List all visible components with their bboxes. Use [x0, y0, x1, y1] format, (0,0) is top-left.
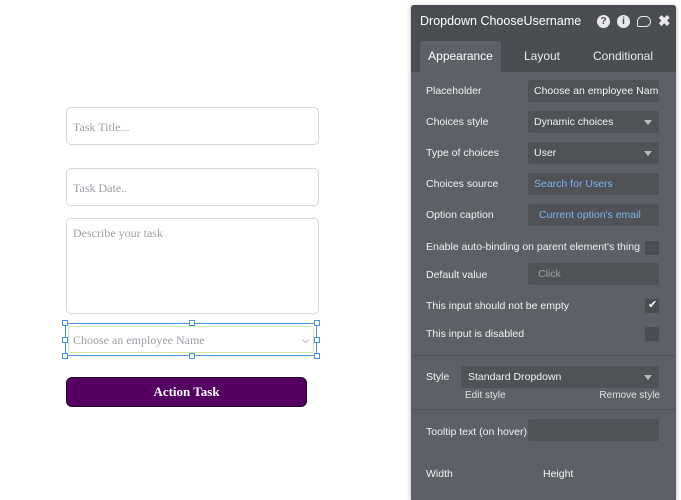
disabled-label: This input is disabled [426, 328, 525, 340]
panel-header[interactable]: Dropdown ChooseUsername ? i ✖ [411, 5, 676, 37]
disabled-checkbox[interactable] [645, 327, 659, 341]
resize-handle-top-left[interactable] [62, 320, 68, 326]
tab-conditional[interactable]: Conditional [583, 41, 663, 72]
task-title-input[interactable]: Task Title... [66, 107, 319, 145]
checkmark-icon: ✔ [648, 299, 658, 311]
caret-down-icon [644, 375, 652, 380]
selected-dropdown-element[interactable]: Choose an employee Name ⌵ [62, 320, 320, 359]
choices-source-label: Choices source [426, 178, 499, 190]
caret-down-icon [644, 120, 652, 125]
info-icon[interactable]: i [617, 14, 630, 28]
action-task-button-label: Action Task [153, 384, 220, 399]
choices-source-expression[interactable]: Search for Users [528, 173, 659, 195]
type-of-choices-label: Type of choices [426, 147, 499, 159]
edit-style-link[interactable]: Edit style [465, 390, 506, 401]
panel-tabs: Appearance Layout Conditional [411, 37, 676, 72]
section-divider [411, 409, 676, 410]
resize-handle-bottom-right[interactable] [314, 353, 320, 359]
task-date-placeholder: Task Date.. [73, 181, 128, 195]
width-label: Width [426, 468, 453, 480]
task-date-input[interactable]: Task Date.. [66, 168, 319, 206]
choices-style-select[interactable]: Dynamic choices [528, 111, 659, 133]
chevron-down-icon: ⌵ [302, 335, 309, 345]
resize-handle-left[interactable] [62, 337, 68, 343]
remove-style-link[interactable]: Remove style [599, 390, 660, 401]
section-divider [411, 355, 676, 356]
auto-binding-label: Enable auto-binding on parent element's … [426, 241, 640, 253]
resize-handle-bottom[interactable] [189, 353, 195, 359]
action-task-button[interactable]: Action Task [66, 377, 307, 407]
property-editor-panel: Dropdown ChooseUsername ? i ✖ Appearance… [411, 5, 676, 500]
tab-appearance-label: Appearance [428, 49, 493, 63]
close-icon[interactable]: ✖ [658, 14, 671, 29]
resize-handle-top-right[interactable] [314, 320, 320, 326]
comment-icon[interactable] [637, 15, 651, 27]
employee-dropdown-placeholder: Choose an employee Name [73, 333, 205, 347]
style-value: Standard Dropdown [468, 371, 562, 383]
task-title-placeholder: Task Title... [73, 120, 130, 134]
choices-style-label: Choices style [426, 116, 489, 128]
tooltip-label: Tooltip text (on hover) [426, 426, 527, 438]
not-empty-label: This input should not be empty [426, 300, 570, 312]
resize-handle-top[interactable] [189, 320, 195, 326]
style-label: Style [426, 371, 450, 383]
not-empty-checkbox[interactable]: ✔ [645, 299, 659, 313]
auto-binding-checkbox[interactable] [645, 241, 659, 255]
employee-dropdown[interactable]: Choose an employee Name ⌵ [68, 326, 314, 353]
panel-title: Dropdown ChooseUsername [420, 14, 582, 28]
choices-style-value: Dynamic choices [534, 116, 614, 128]
task-description-textarea[interactable]: Describe your task [66, 218, 319, 314]
task-description-placeholder: Describe your task [73, 226, 163, 240]
resize-handle-bottom-left[interactable] [62, 353, 68, 359]
type-of-choices-select[interactable]: User [528, 142, 659, 164]
tab-layout-label: Layout [523, 49, 561, 63]
resize-handle-right[interactable] [314, 337, 320, 343]
default-value-label: Default value [426, 269, 488, 281]
tooltip-input[interactable] [528, 419, 659, 441]
tab-layout[interactable]: Layout [506, 41, 578, 72]
option-caption-label: Option caption [426, 209, 494, 221]
style-select[interactable]: Standard Dropdown [461, 366, 659, 388]
option-caption-expression[interactable]: Current option's email [528, 204, 659, 226]
height-label: Height [543, 468, 574, 480]
tab-appearance[interactable]: Appearance [420, 41, 501, 72]
help-icon[interactable]: ? [597, 14, 610, 28]
placeholder-label: Placeholder [426, 85, 482, 97]
caret-down-icon [644, 151, 652, 156]
type-of-choices-value: User [534, 147, 557, 159]
default-value-input[interactable]: Click [528, 263, 659, 285]
tab-conditional-label: Conditional [592, 49, 654, 63]
placeholder-input[interactable]: Choose an employee Name [528, 80, 659, 102]
